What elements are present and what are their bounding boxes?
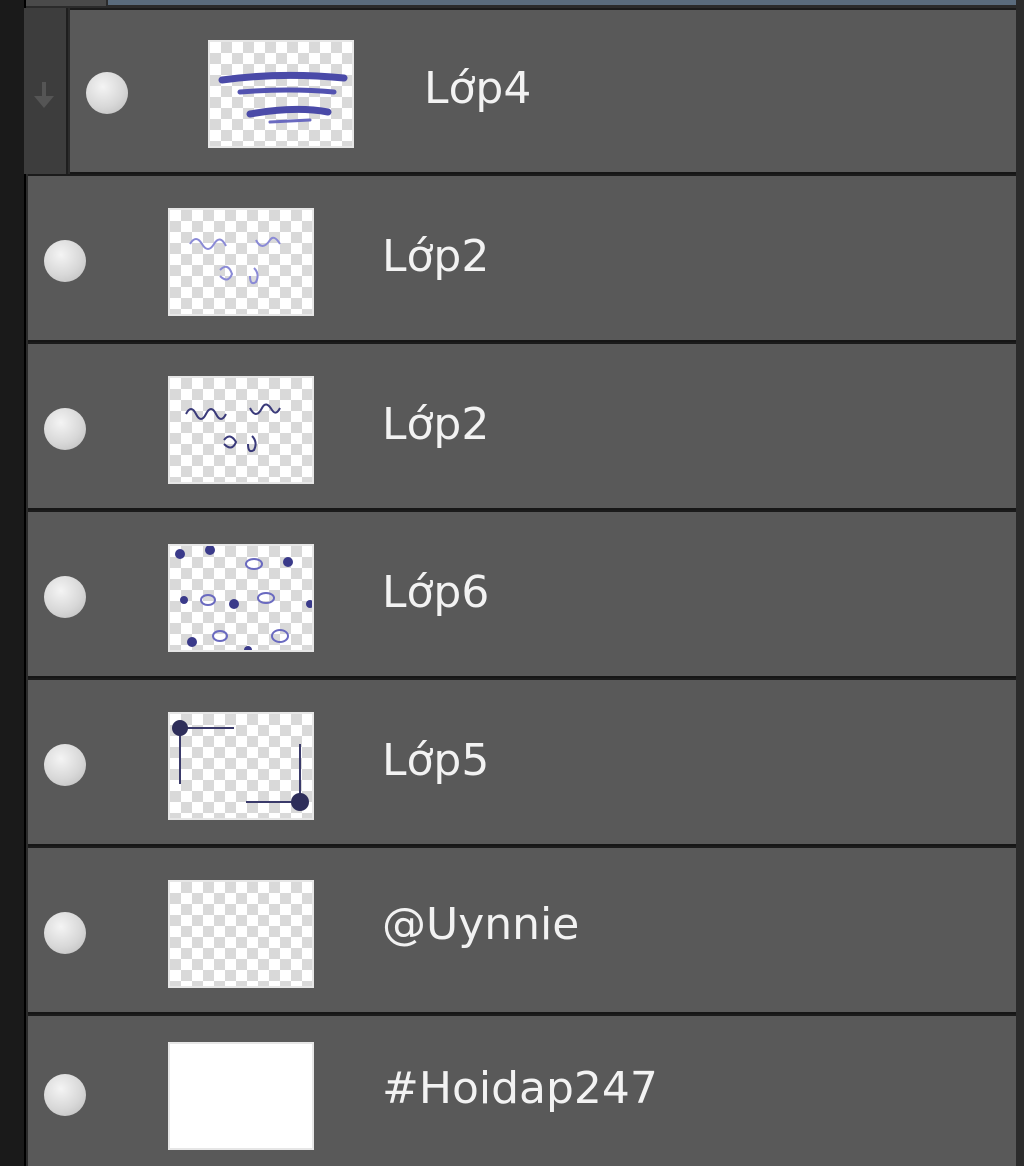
visibility-toggle-icon[interactable] <box>44 576 86 618</box>
brush-strokes-thumbnail <box>208 40 354 148</box>
layer-row-lop4[interactable]: Lớp4 <box>70 8 1016 174</box>
selection-highlight-edge <box>108 0 1016 5</box>
group-indent-bar[interactable] <box>24 8 68 174</box>
layer-name[interactable]: Lớp2 <box>382 232 489 282</box>
visibility-toggle-icon[interactable] <box>44 1074 86 1116</box>
visibility-toggle-icon[interactable] <box>44 240 86 282</box>
transparent-thumbnail <box>168 880 314 988</box>
group-expand-arrow-icon <box>34 96 54 108</box>
layer-name[interactable]: Lớp6 <box>382 568 489 618</box>
layer-row-lop2-b[interactable]: Lớp2 <box>28 342 1016 510</box>
layer-row-lop5[interactable]: Lớp5 <box>28 678 1016 846</box>
corner-frame-thumbnail <box>168 712 314 820</box>
visibility-toggle-icon[interactable] <box>44 408 86 450</box>
layer-row-lop2-a[interactable]: Lớp2 <box>28 174 1016 342</box>
previous-row-edge <box>26 0 106 6</box>
light-handwriting-thumbnail <box>168 208 314 316</box>
layer-row-uynnie[interactable]: @Uynnie <box>28 846 1016 1014</box>
layer-row-lop6[interactable]: Lớp6 <box>28 510 1016 678</box>
handwriting-thumbnail <box>168 376 314 484</box>
white-thumbnail <box>168 1042 314 1150</box>
dots-doodle-thumbnail <box>168 544 314 652</box>
visibility-toggle-icon[interactable] <box>44 912 86 954</box>
layer-name[interactable]: Lớp2 <box>382 400 489 450</box>
layer-name[interactable]: #Hoidap247 <box>382 1064 658 1114</box>
layer-name[interactable]: Lớp4 <box>424 64 531 114</box>
layer-name[interactable]: Lớp5 <box>382 736 489 786</box>
visibility-toggle-icon[interactable] <box>86 72 128 114</box>
visibility-toggle-icon[interactable] <box>44 744 86 786</box>
panel-scroll-edge[interactable] <box>0 0 26 1166</box>
layer-name[interactable]: @Uynnie <box>382 900 579 950</box>
layer-row-hoidap247[interactable]: #Hoidap247 <box>28 1014 1016 1166</box>
layers-panel: Lớp4 Lớp2 Lớp2 Lớp6 Lớp5 @Uynnie #Hoidap… <box>0 0 1024 1166</box>
